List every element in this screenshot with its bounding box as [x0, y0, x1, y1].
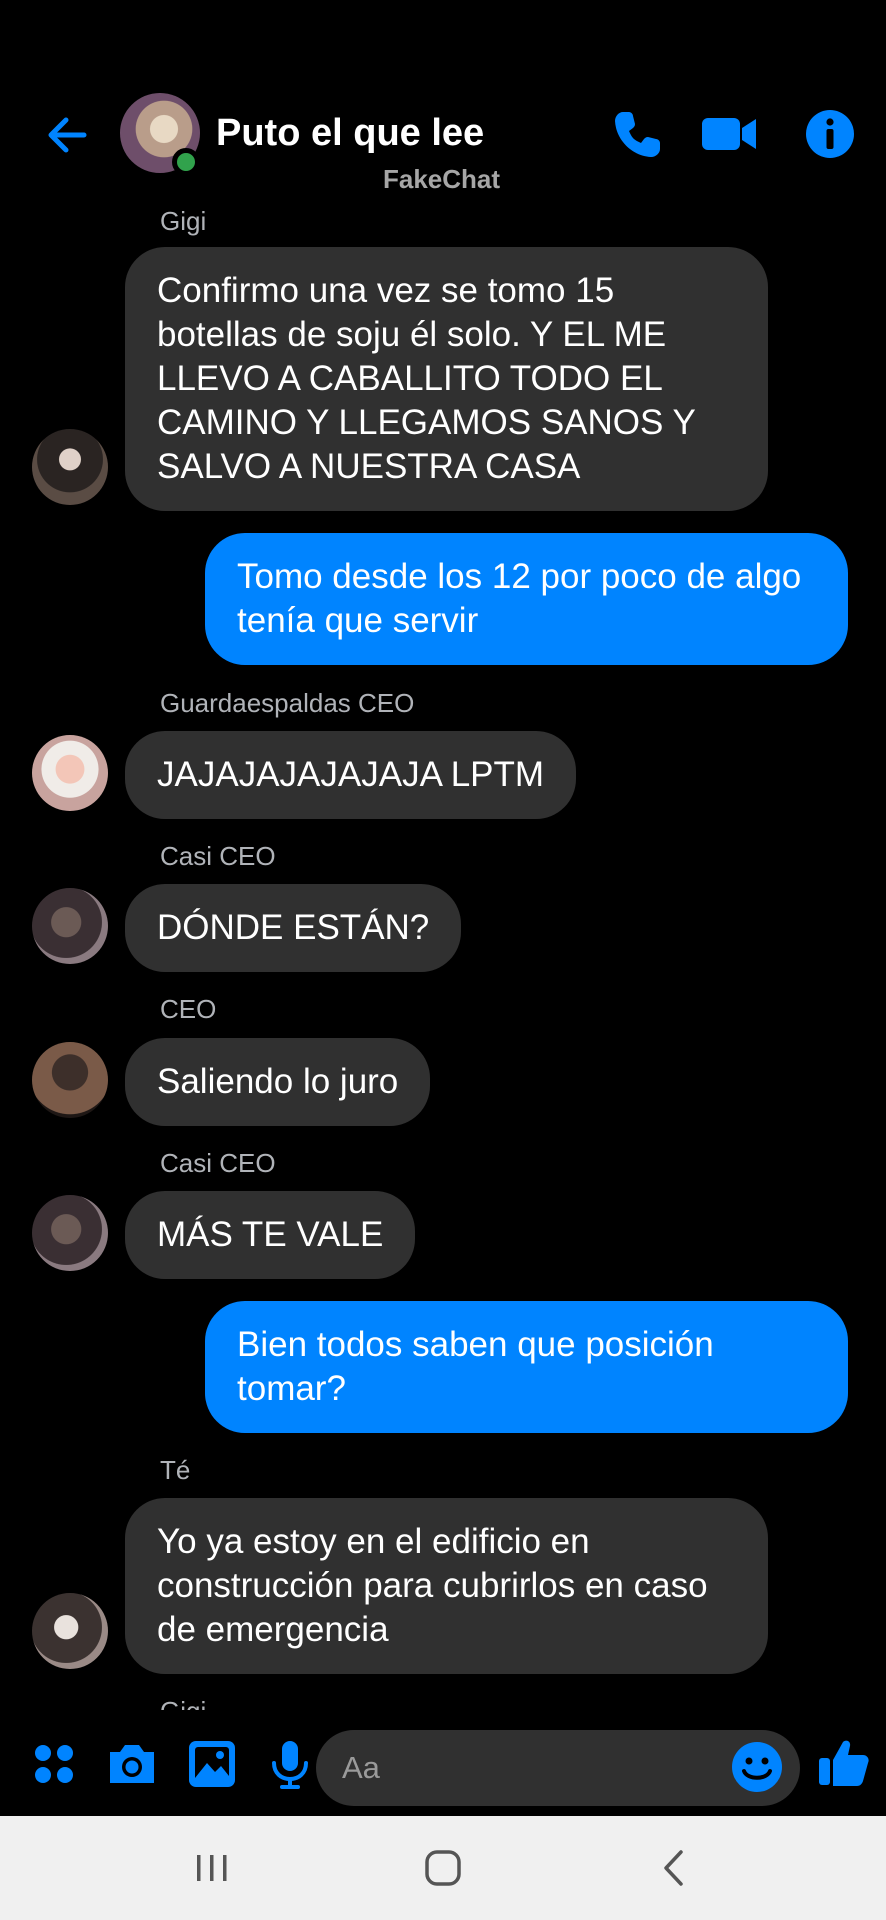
- avatar[interactable]: [32, 1042, 108, 1118]
- back-arrow-icon[interactable]: [40, 108, 94, 162]
- chat-header: Puto el que lee FakeChat: [0, 0, 886, 200]
- four-dots-icon[interactable]: [26, 1736, 82, 1792]
- sender-name: Té: [160, 1455, 191, 1485]
- video-camera-icon[interactable]: [700, 104, 760, 164]
- message-input[interactable]: Aa: [316, 1730, 800, 1806]
- incoming-message[interactable]: Yo ya estoy en el edificio en construcci…: [125, 1498, 768, 1674]
- image-icon[interactable]: [184, 1736, 240, 1792]
- thumbs-up-icon[interactable]: [816, 1734, 872, 1790]
- online-status-dot: [172, 148, 200, 176]
- sender-name: Gigi: [160, 206, 207, 236]
- avatar[interactable]: [32, 888, 108, 964]
- message-input-placeholder: Aa: [342, 1750, 380, 1785]
- smiley-icon[interactable]: [730, 1740, 784, 1794]
- recents-icon[interactable]: [190, 1846, 234, 1890]
- chat-title[interactable]: Puto el que lee: [216, 112, 484, 155]
- incoming-message[interactable]: MÁS TE VALE: [125, 1191, 416, 1279]
- message-list[interactable]: Gigi Confirmo una vez se tomo 15 botella…: [0, 200, 886, 1710]
- sender-name: Guardaespaldas CEO: [160, 688, 415, 718]
- nav-back-icon[interactable]: [652, 1846, 696, 1890]
- sender-name: CEO: [160, 994, 217, 1024]
- avatar[interactable]: [32, 429, 108, 505]
- avatar[interactable]: [32, 1593, 108, 1669]
- camera-icon[interactable]: [104, 1736, 160, 1792]
- sender-name: Gigi: [160, 1696, 206, 1710]
- incoming-message[interactable]: DÓNDE ESTÁN?: [125, 884, 462, 972]
- fakechat-watermark: FakeChat: [383, 164, 501, 194]
- microphone-icon[interactable]: [262, 1736, 318, 1792]
- sender-name: Casi CEO: [160, 1148, 276, 1178]
- avatar[interactable]: [32, 735, 108, 811]
- avatar[interactable]: [32, 1195, 108, 1271]
- sender-name: Casi CEO: [160, 841, 276, 871]
- incoming-message[interactable]: JAJAJAJAJAJAJA LPTM: [125, 731, 577, 819]
- outgoing-message[interactable]: Tomo desde los 12 por poco de algo tenía…: [205, 533, 848, 665]
- home-icon[interactable]: [421, 1846, 465, 1890]
- outgoing-message[interactable]: Bien todos saben que posición tomar?: [205, 1301, 848, 1433]
- incoming-message[interactable]: Confirmo una vez se tomo 15 botellas de …: [125, 247, 768, 511]
- message-composer: Aa: [0, 1716, 886, 1816]
- phone-icon[interactable]: [608, 104, 668, 164]
- incoming-message[interactable]: Saliendo lo juro: [125, 1038, 431, 1126]
- system-nav-bar: [0, 1816, 886, 1920]
- info-icon[interactable]: [800, 104, 860, 164]
